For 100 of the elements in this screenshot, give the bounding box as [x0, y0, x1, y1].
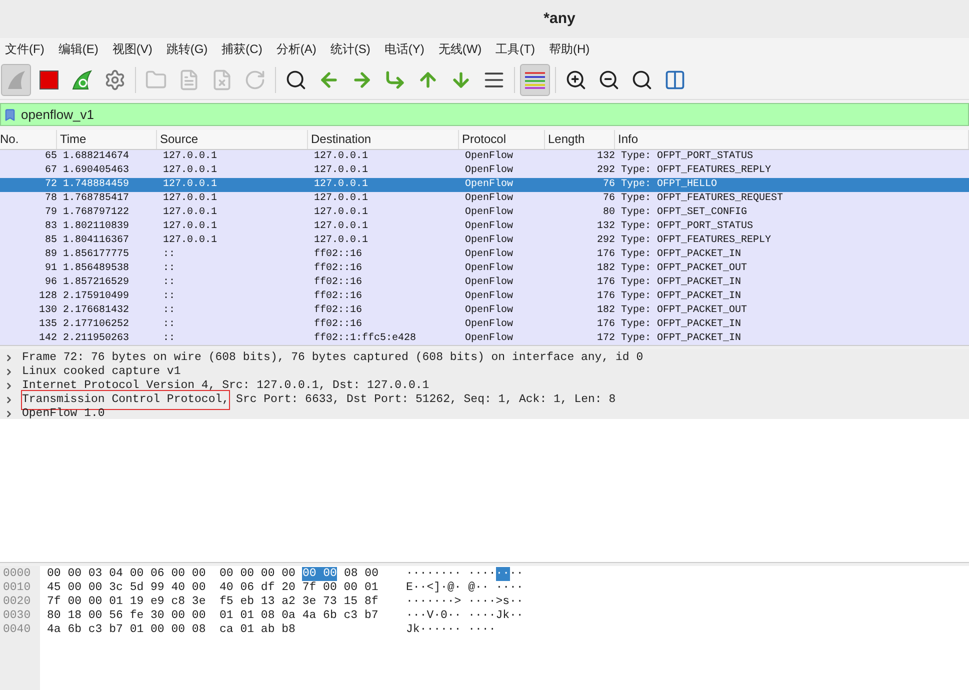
packet-row[interactable]: 130 2.176681432 :: ff02::16 OpenFlow 182 Type: OFPT_PACKET_OUT — [0, 304, 969, 318]
protocol-cell-text: OpenFlow — [464, 318, 514, 332]
destination-cell-text: ff02::16 — [313, 248, 364, 262]
time-cell-text: 1.856489538 — [62, 262, 130, 276]
ascii-text: ········ ···· — [406, 567, 496, 581]
gear-icon — [104, 68, 126, 90]
packet-row[interactable]: 67 1.690405463 127.0.0.1 127.0.0.1 OpenFlow 292 Type: OFPT_FEATURES_REPLY — [0, 164, 969, 178]
protocol-cell-text: OpenFlow — [464, 276, 514, 290]
packet-row[interactable]: 91 1.856489538 :: ff02::16 OpenFlow 182 Type: OFPT_PACKET_OUT — [0, 262, 969, 276]
time-cell-text: 1.688214674 — [62, 150, 130, 164]
info-cell-text: Type: OFPT_PORT_STATUS — [620, 220, 754, 234]
source-cell-text: 127.0.0.1 — [162, 206, 218, 220]
window-title: *any — [544, 8, 576, 29]
length-cell-text: 292 — [596, 164, 616, 178]
shark-fin-icon — [5, 68, 27, 90]
menu-item[interactable]: 捕获(C) — [222, 40, 262, 58]
column-header[interactable]: Protocol — [459, 130, 545, 149]
source-cell-text: :: — [162, 318, 176, 332]
display-filter-field[interactable]: openflow_v1 — [0, 103, 969, 126]
menu-item[interactable]: 跳转(G) — [166, 40, 208, 58]
info-cell-text: Type: OFPT_FEATURES_REPLY — [620, 234, 772, 248]
column-header[interactable]: Info — [615, 130, 969, 149]
destination-cell-text: 127.0.0.1 — [313, 164, 370, 178]
protocol-cell-text: OpenFlow — [464, 220, 514, 234]
colored-lines-icon — [524, 70, 546, 90]
menu-item[interactable]: 文件(F) — [5, 40, 44, 58]
time-cell-text: 2.176681432 — [62, 304, 130, 318]
info-cell-text: Type: OFPT_SET_CONFIG — [620, 206, 748, 220]
destination-cell-text: 127.0.0.1 — [313, 178, 370, 192]
offset-text: 0010 — [3, 581, 32, 595]
packet-row[interactable]: 72 1.748884459 127.0.0.1 127.0.0.1 OpenFlow 76 Type: OFPT_HELLO — [0, 178, 969, 192]
time-cell-text: 1.768785417 — [62, 192, 130, 206]
menu-item[interactable]: 分析(A) — [276, 40, 316, 58]
source-cell-text: 127.0.0.1 — [162, 192, 218, 206]
packet-row[interactable]: 128 2.175910499 :: ff02::16 OpenFlow 176 Type: OFPT_PACKET_IN — [0, 290, 969, 304]
ascii-text: ·······> ····>s·· — [406, 595, 524, 609]
protocol-cell-text: OpenFlow — [464, 164, 514, 178]
packet-row[interactable]: 79 1.768797122 127.0.0.1 127.0.0.1 OpenFlow 80 Type: OFPT_SET_CONFIG — [0, 206, 969, 220]
menu-item[interactable]: 电话(Y) — [384, 40, 424, 58]
highlighted-tree-text: Transmission Control Protocol, — [22, 391, 230, 409]
time-cell-text: 2.177106252 — [62, 318, 130, 332]
menu-item[interactable]: 帮助(H) — [548, 40, 590, 58]
number-cell-text: 89 — [44, 248, 58, 262]
file-close-icon — [211, 68, 233, 90]
destination-cell-text: 127.0.0.1 — [313, 192, 370, 206]
packet-row[interactable]: 142 2.211950263 :: ff02::1:ffc5:e428 OpenFlow 172 Type: OFPT_PACKET_IN — [0, 332, 969, 345]
time-cell-text: 1.768797122 — [62, 206, 130, 220]
packet-row[interactable]: 85 1.804116367 127.0.0.1 127.0.0.1 OpenFlow 292 Type: OFPT_FEATURES_REPLY — [0, 234, 969, 248]
menu-item[interactable]: 视图(V) — [112, 40, 152, 58]
zoom-in-icon — [565, 68, 587, 90]
column-header[interactable]: No. — [0, 130, 57, 149]
column-header[interactable]: Time — [57, 130, 157, 149]
column-header[interactable]: Length — [545, 130, 615, 149]
stop-icon — [39, 70, 59, 90]
menu-item[interactable]: 编辑(E) — [58, 40, 98, 58]
tree-item-text: Linux cooked capture v1 — [22, 364, 181, 380]
length-cell-text: 176 — [596, 276, 616, 290]
toolbar-button[interactable] — [520, 64, 550, 96]
source-cell-text: :: — [162, 276, 176, 290]
packet-row[interactable]: 135 2.177106252 :: ff02::16 OpenFlow 176 Type: OFPT_PACKET_IN — [0, 318, 969, 332]
hex-bytes: 45 00 00 3c 5d 99 40 00 40 06 df 20 7f 00 00 01 — [47, 581, 378, 595]
column-header[interactable]: Destination — [308, 130, 459, 149]
destination-cell-text: ff02::16 — [313, 290, 364, 304]
packet-row[interactable]: 78 1.768785417 127.0.0.1 127.0.0.1 OpenFlow 76 Type: OFPT_FEATURES_REQUEST — [0, 192, 969, 206]
info-cell-text: Type: OFPT_HELLO — [620, 178, 718, 192]
tree-item-text: Frame 72: 76 bytes on wire (608 bits), 76 bytes captured (608 bits) on interface any, id 0 — [22, 350, 644, 366]
info-cell-text: Type: OFPT_PACKET_IN — [620, 290, 742, 304]
time-cell-text: 1.804116367 — [62, 234, 130, 248]
info-cell-text: Type: OFPT_PACKET_IN — [620, 248, 742, 262]
menu-item[interactable]: 工具(T) — [496, 40, 535, 58]
tree-item-text: Src Port: 6633, Dst Port: 51262, Seq: 1, Ack: 1, Len: 8 — [236, 392, 616, 408]
hex-bytes: 7f 00 00 01 19 e9 c8 3e f5 eb 13 a2 3e 73 15 8f — [47, 595, 378, 609]
search-icon — [285, 68, 307, 90]
source-cell-text: :: — [162, 332, 176, 345]
time-cell-text: 1.690405463 — [62, 164, 130, 178]
destination-cell-text: ff02::16 — [313, 276, 364, 290]
packet-row[interactable]: 65 1.688214674 127.0.0.1 127.0.0.1 OpenFlow 132 Type: OFPT_PORT_STATUS — [0, 150, 969, 164]
packet-row[interactable]: 89 1.856177775 :: ff02::16 OpenFlow 176 Type: OFPT_PACKET_IN — [0, 248, 969, 262]
length-cell-text: 176 — [596, 248, 616, 262]
number-cell-text: 78 — [44, 192, 58, 206]
column-header[interactable]: Source — [157, 130, 308, 149]
number-cell-text: 67 — [44, 164, 58, 178]
bookmark-icon — [3, 108, 17, 122]
length-cell-text: 176 — [596, 290, 616, 304]
source-cell-text: 127.0.0.1 — [162, 178, 218, 192]
length-cell-text: 182 — [596, 262, 616, 276]
packet-row[interactable]: 96 1.857216529 :: ff02::16 OpenFlow 176 Type: OFPT_PACKET_IN — [0, 276, 969, 290]
menu-item[interactable]: 统计(S) — [330, 40, 370, 58]
menu-item[interactable]: 无线(W) — [438, 40, 482, 58]
packet-row[interactable]: 83 1.802110839 127.0.0.1 127.0.0.1 OpenFlow 132 Type: OFPT_PORT_STATUS — [0, 220, 969, 234]
length-cell-text: 132 — [596, 220, 616, 234]
hex-bytes: 00 00 — [302, 567, 337, 581]
source-cell-text: 127.0.0.1 — [162, 150, 218, 164]
hex-bytes: 00 00 03 04 00 06 00 00 00 00 00 00 — [47, 567, 296, 581]
length-cell-text: 292 — [596, 234, 616, 248]
time-cell-text: 1.857216529 — [62, 276, 130, 290]
length-cell-text: 76 — [602, 178, 616, 192]
protocol-cell-text: OpenFlow — [464, 248, 514, 262]
offset-text: 0040 — [3, 623, 32, 637]
destination-cell-text: ff02::16 — [313, 318, 364, 332]
